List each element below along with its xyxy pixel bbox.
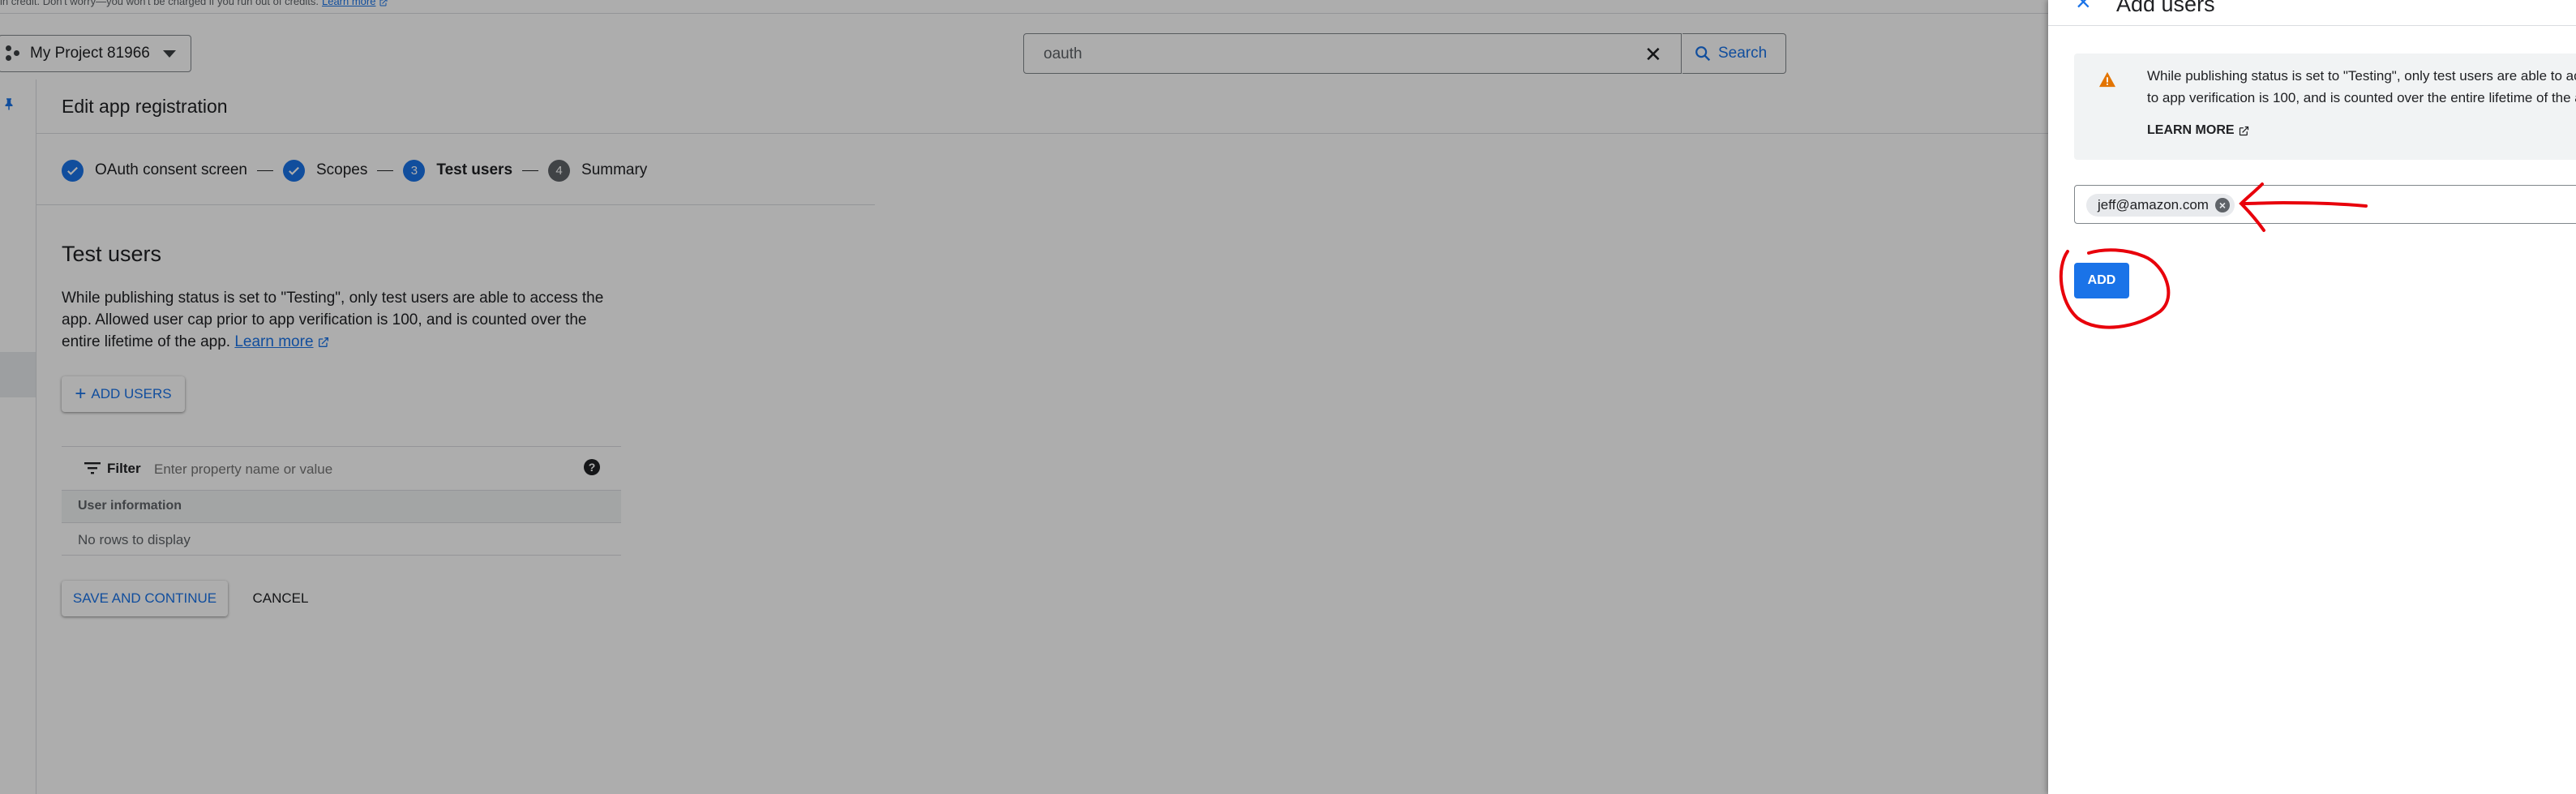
add-users-panel: × Add users While publishing status is s… (2048, 0, 2576, 794)
notice-text: While publishing status is set to "Testi… (2147, 65, 2576, 109)
panel-title: Add users (2116, 0, 2215, 16)
notice-learn-more-label: LEARN MORE (2147, 123, 2235, 137)
warning-icon (2099, 71, 2115, 88)
email-chip: jeff@amazon.com × (2086, 194, 2235, 217)
testing-notice: While publishing status is set to "Testi… (2074, 54, 2576, 160)
external-link-icon (2239, 126, 2248, 135)
user-email-chip-field[interactable]: jeff@amazon.com × (2074, 185, 2576, 224)
close-icon[interactable]: × (2076, 0, 2091, 15)
notice-line-2: to app verification is 100, and is count… (2147, 90, 2576, 105)
add-button[interactable]: ADD (2074, 263, 2129, 298)
email-chip-label: jeff@amazon.com (2098, 197, 2209, 212)
panel-header-divider (2048, 25, 2576, 26)
notice-line-1: While publishing status is set to "Testi… (2147, 68, 2576, 84)
chip-remove-icon[interactable]: × (2214, 198, 2230, 212)
modal-scrim[interactable] (0, 0, 2048, 794)
notice-learn-more-link[interactable]: LEARN MORE (2147, 123, 2250, 138)
